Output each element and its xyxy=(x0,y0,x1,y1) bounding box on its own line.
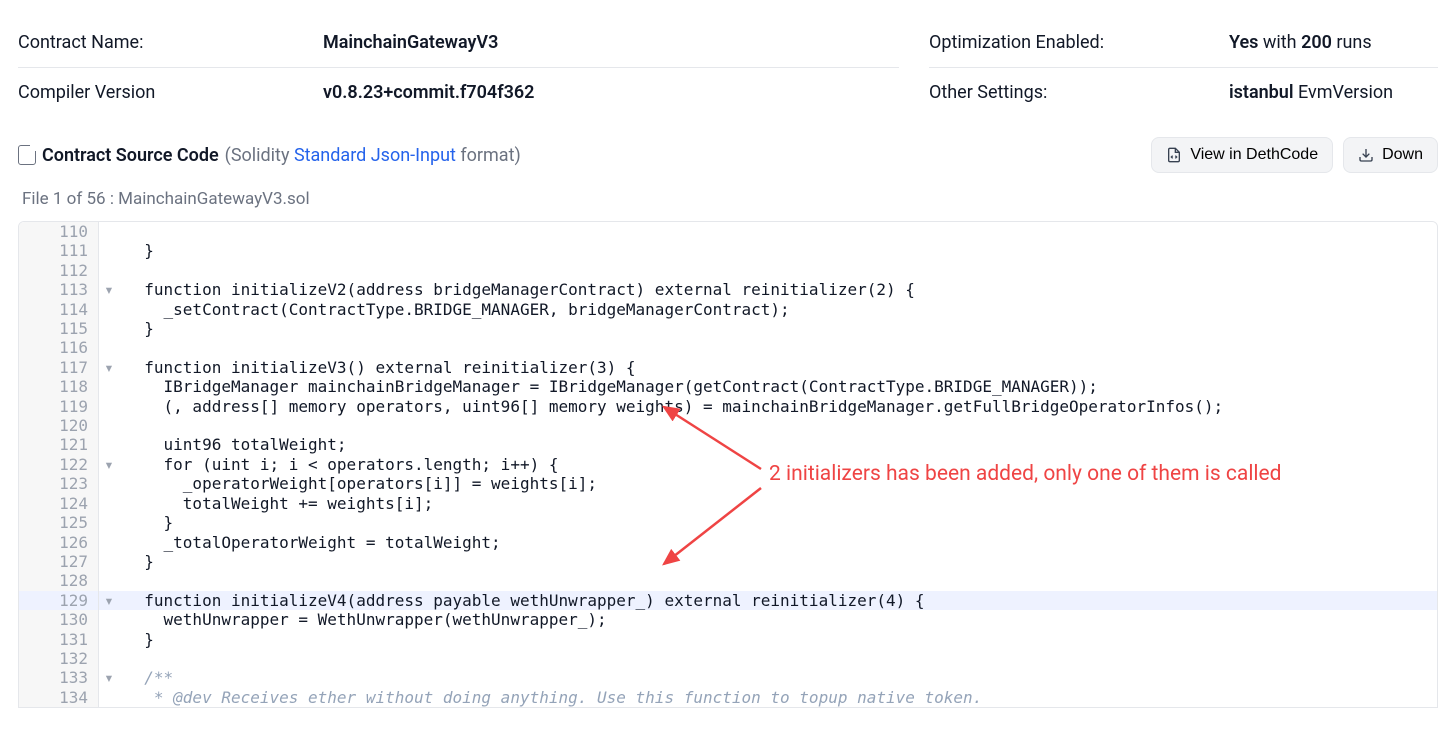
code-file-icon xyxy=(1166,147,1182,163)
code-line[interactable]: } xyxy=(119,552,1437,571)
line-number: 128 xyxy=(19,571,99,590)
fold-toggle xyxy=(99,649,119,668)
annotation-text: 2 initializers has been added, only one … xyxy=(769,462,1282,486)
code-line[interactable]: (, address[] memory operators, uint96[] … xyxy=(119,397,1437,416)
code-line[interactable] xyxy=(119,649,1437,668)
source-code-subtitle: (Solidity Standard Json-Input format) xyxy=(225,145,521,166)
download-button[interactable]: Down xyxy=(1343,137,1438,173)
line-number: 117 xyxy=(19,358,99,377)
meta-label: Other Settings: xyxy=(929,82,1229,103)
fold-toggle xyxy=(99,416,119,435)
code-line[interactable] xyxy=(119,416,1437,435)
fold-toggle xyxy=(99,300,119,319)
code-line[interactable]: totalWeight += weights[i]; xyxy=(119,494,1437,513)
fold-toggle xyxy=(99,533,119,552)
fold-toggle[interactable]: ▾ xyxy=(99,591,119,610)
fold-toggle xyxy=(99,261,119,280)
line-number: 121 xyxy=(19,435,99,454)
contract-metadata: Contract Name: MainchainGatewayV3 Compil… xyxy=(0,0,1456,117)
code-line[interactable]: function initializeV3() external reiniti… xyxy=(119,358,1437,377)
meta-value: v0.8.23+commit.f704f362 xyxy=(323,82,534,103)
line-number: 111 xyxy=(19,241,99,260)
line-number: 132 xyxy=(19,649,99,668)
code-line[interactable] xyxy=(119,338,1437,357)
line-number: 119 xyxy=(19,397,99,416)
fold-toggle xyxy=(99,377,119,396)
meta-value: istanbul EvmVersion xyxy=(1229,82,1393,103)
code-line[interactable]: function initializeV2(address bridgeMana… xyxy=(119,280,1437,299)
line-number: 131 xyxy=(19,630,99,649)
fold-toggle xyxy=(99,474,119,493)
fold-toggle xyxy=(99,552,119,571)
fold-toggle[interactable]: ▾ xyxy=(99,668,119,687)
fold-toggle[interactable]: ▾ xyxy=(99,280,119,299)
fold-toggle xyxy=(99,319,119,338)
code-line[interactable]: } xyxy=(119,630,1437,649)
code-line[interactable] xyxy=(119,222,1437,241)
download-icon xyxy=(1358,147,1374,163)
code-line[interactable]: _setContract(ContractType.BRIDGE_MANAGER… xyxy=(119,300,1437,319)
code-line[interactable]: _totalOperatorWeight = totalWeight; xyxy=(119,533,1437,552)
source-code-header: Contract Source Code (Solidity Standard … xyxy=(0,117,1456,183)
file-counter: File 1 of 56 : MainchainGatewayV3.sol xyxy=(0,183,1456,221)
line-number: 113 xyxy=(19,280,99,299)
fold-toggle xyxy=(99,494,119,513)
code-line[interactable]: } xyxy=(119,513,1437,532)
code-line[interactable]: wethUnwrapper = WethUnwrapper(wethUnwrap… xyxy=(119,610,1437,629)
fold-toggle xyxy=(99,513,119,532)
line-number: 118 xyxy=(19,377,99,396)
line-number: 133 xyxy=(19,668,99,687)
meta-value: Yes with 200 runs xyxy=(1229,32,1372,53)
json-input-link[interactable]: Standard Json-Input xyxy=(294,145,456,166)
code-line[interactable]: uint96 totalWeight; xyxy=(119,435,1437,454)
line-number: 115 xyxy=(19,319,99,338)
source-code-title: Contract Source Code xyxy=(42,145,219,166)
code-line[interactable]: * @dev Receives ether without doing anyt… xyxy=(119,688,1437,707)
code-line[interactable]: } xyxy=(119,241,1437,260)
meta-row-compiler: Compiler Version v0.8.23+commit.f704f362 xyxy=(18,68,899,117)
code-viewer[interactable]: 110111 }112113▾ function initializeV2(ad… xyxy=(18,221,1438,708)
line-number: 130 xyxy=(19,610,99,629)
meta-label: Compiler Version xyxy=(18,82,323,103)
line-number: 126 xyxy=(19,533,99,552)
meta-label: Optimization Enabled: xyxy=(929,32,1229,53)
fold-toggle[interactable]: ▾ xyxy=(99,358,119,377)
fold-toggle xyxy=(99,222,119,241)
line-number: 116 xyxy=(19,338,99,357)
line-number: 114 xyxy=(19,300,99,319)
line-number: 124 xyxy=(19,494,99,513)
line-number: 134 xyxy=(19,688,99,707)
code-line[interactable]: function initializeV4(address payable we… xyxy=(119,591,1437,610)
fold-toggle xyxy=(99,338,119,357)
code-line[interactable] xyxy=(119,261,1437,280)
fold-toggle xyxy=(99,571,119,590)
line-number: 120 xyxy=(19,416,99,435)
fold-toggle xyxy=(99,610,119,629)
fold-toggle xyxy=(99,688,119,707)
line-number: 129 xyxy=(19,591,99,610)
line-number: 125 xyxy=(19,513,99,532)
code-line[interactable]: /** xyxy=(119,668,1437,687)
meta-label: Contract Name: xyxy=(18,32,323,53)
fold-toggle xyxy=(99,435,119,454)
meta-row-contract-name: Contract Name: MainchainGatewayV3 xyxy=(18,18,899,68)
code-line[interactable] xyxy=(119,571,1437,590)
line-number: 122 xyxy=(19,455,99,474)
line-number: 127 xyxy=(19,552,99,571)
file-icon xyxy=(18,145,36,165)
view-dethcode-button[interactable]: View in DethCode xyxy=(1151,137,1333,173)
meta-row-optimization: Optimization Enabled: Yes with 200 runs xyxy=(929,18,1438,68)
fold-toggle xyxy=(99,630,119,649)
line-number: 123 xyxy=(19,474,99,493)
fold-toggle xyxy=(99,241,119,260)
fold-toggle xyxy=(99,397,119,416)
code-line[interactable]: } xyxy=(119,319,1437,338)
line-number: 112 xyxy=(19,261,99,280)
code-line[interactable]: IBridgeManager mainchainBridgeManager = … xyxy=(119,377,1437,396)
line-number: 110 xyxy=(19,222,99,241)
meta-value: MainchainGatewayV3 xyxy=(323,32,498,53)
fold-toggle[interactable]: ▾ xyxy=(99,455,119,474)
meta-row-other-settings: Other Settings: istanbul EvmVersion xyxy=(929,68,1438,117)
